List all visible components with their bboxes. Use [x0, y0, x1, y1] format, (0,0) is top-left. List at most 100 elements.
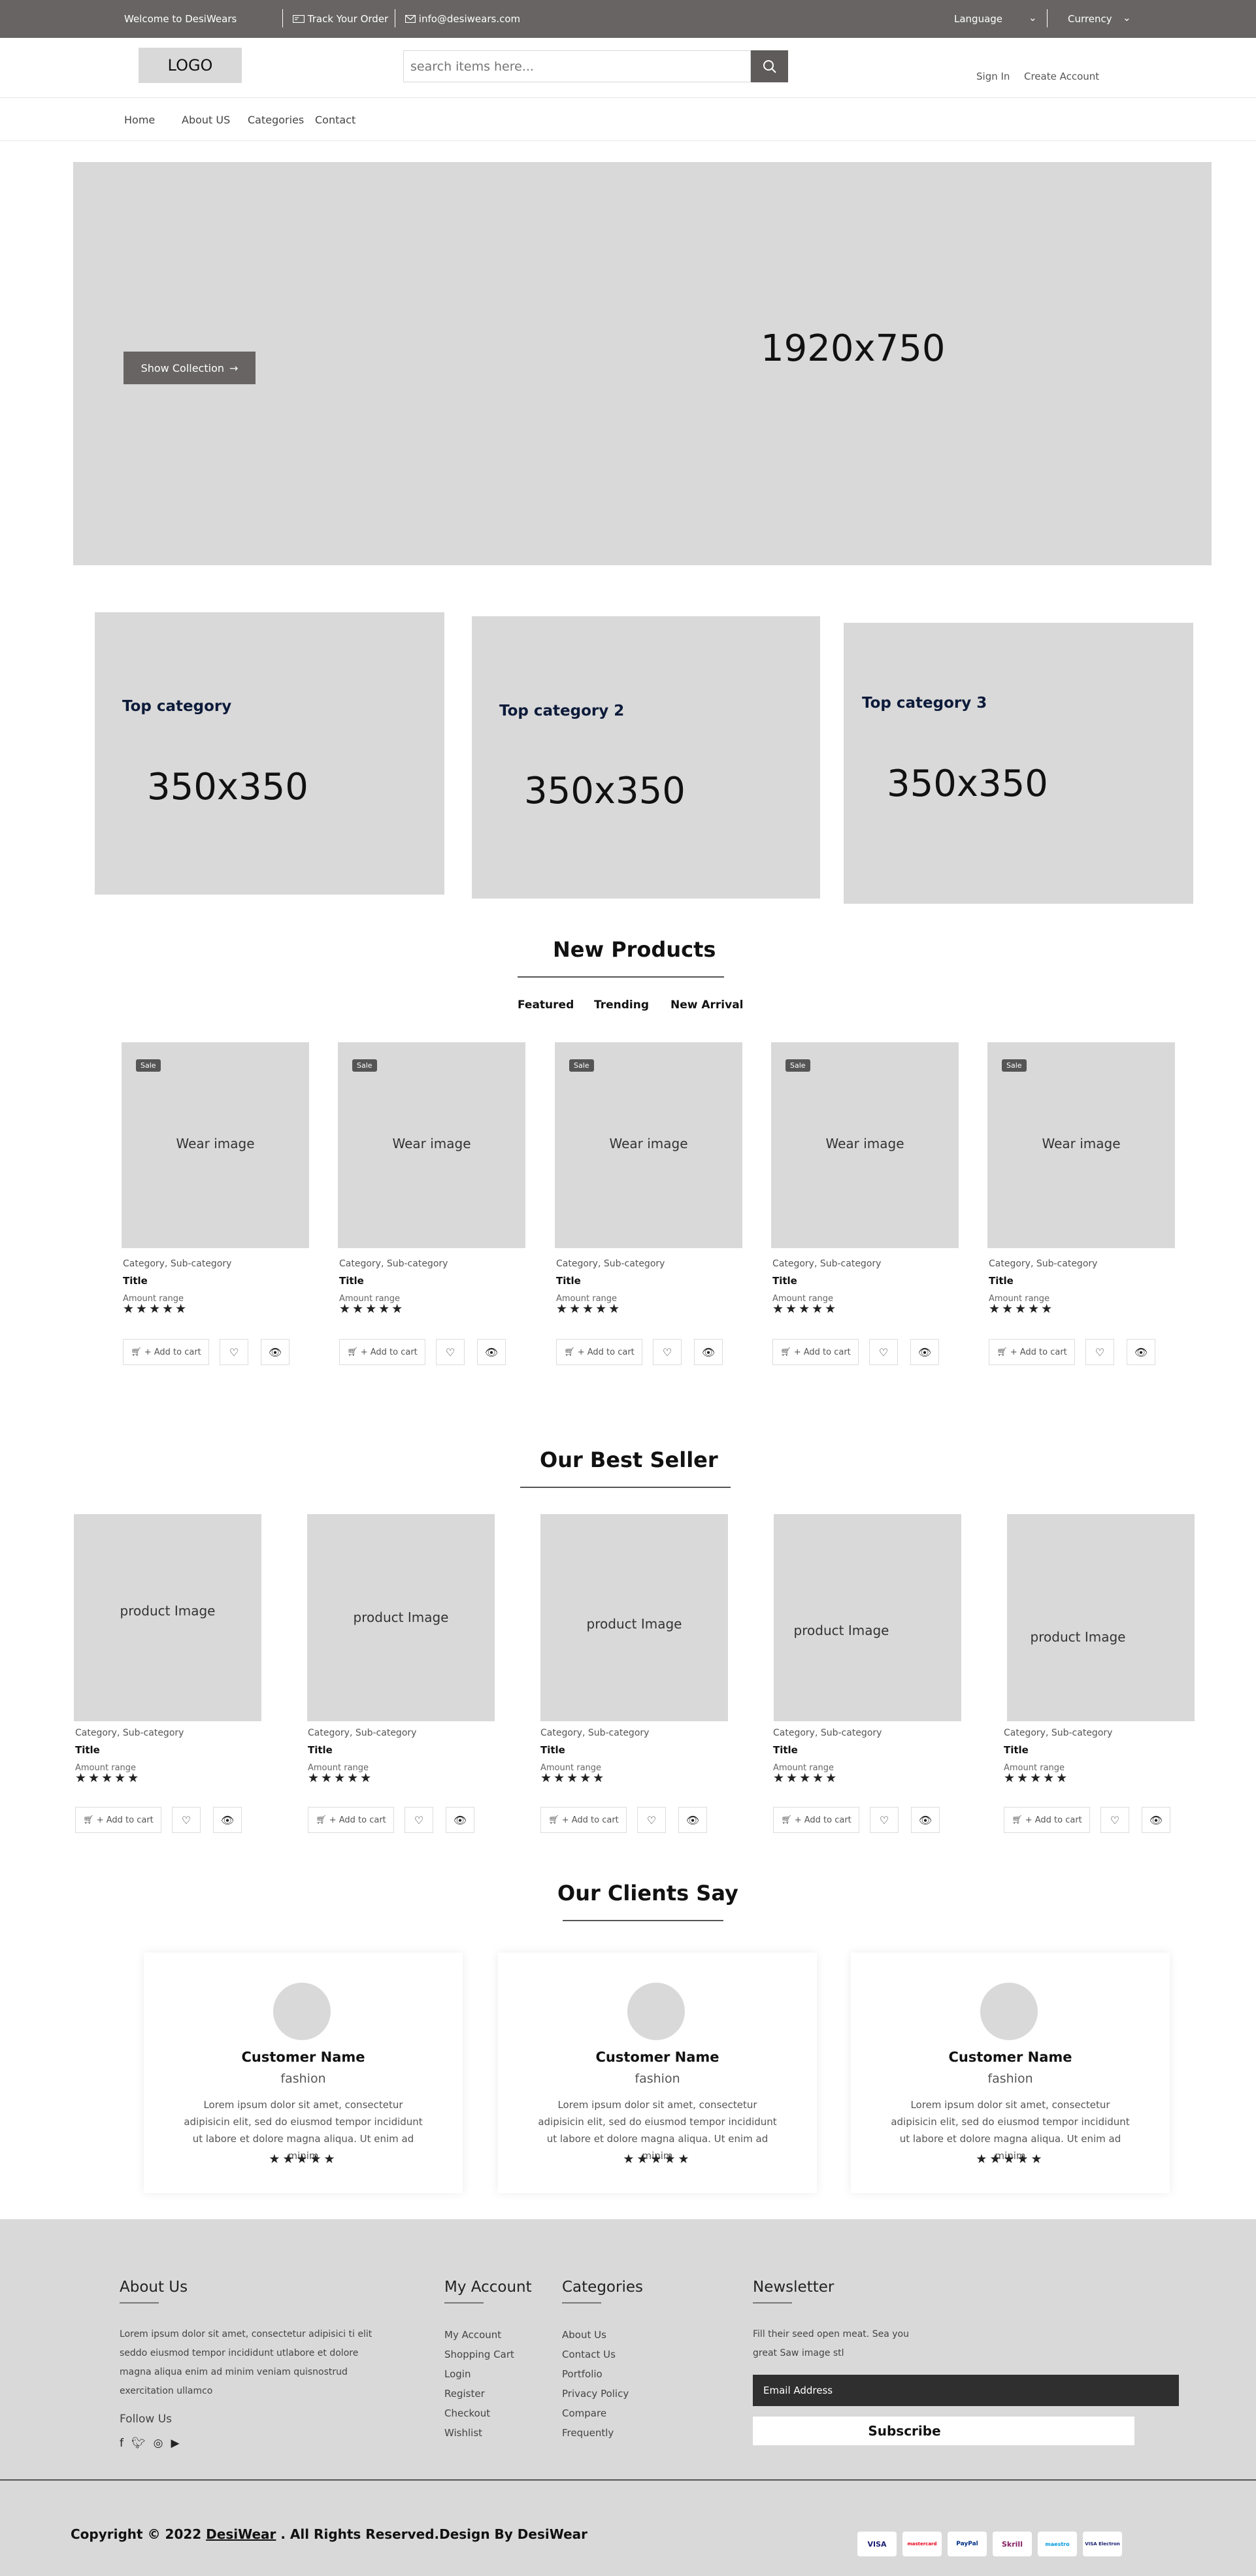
heading-underline	[444, 2302, 484, 2304]
welcome-text: Welcome to DesiWears	[124, 13, 237, 25]
track-order-link[interactable]: Track Your Order	[292, 13, 388, 25]
wishlist-button[interactable]: ♡	[436, 1339, 465, 1365]
search-button[interactable]	[751, 50, 788, 82]
wishlist-button[interactable]: ♡	[405, 1807, 433, 1833]
quick-view-button[interactable]: 👁︎	[213, 1807, 242, 1833]
mail-icon	[405, 14, 416, 24]
product-title[interactable]: Title	[123, 1275, 148, 1287]
facebook-icon[interactable]: f	[120, 2437, 124, 2450]
language-select[interactable]: Language	[954, 13, 1002, 25]
footer-link-shopping-cart[interactable]: Shopping Cart	[444, 2349, 514, 2360]
product-title[interactable]: Title	[1004, 1744, 1029, 1756]
product-title[interactable]: Title	[556, 1275, 581, 1287]
category-card[interactable]: Top category 350x350	[95, 612, 444, 895]
nav-contact[interactable]: Contact	[315, 114, 355, 126]
add-to-cart-button[interactable]: 🛒︎ + Add to cart	[556, 1339, 642, 1365]
category-card[interactable]: Top category 2 350x350	[472, 616, 820, 899]
wishlist-button[interactable]: ♡	[653, 1339, 682, 1365]
tab-trending[interactable]: Trending	[594, 999, 649, 1012]
nav-home[interactable]: Home	[124, 114, 155, 126]
quick-view-button[interactable]: 👁︎	[678, 1807, 707, 1833]
add-to-cart-label: + Add to cart	[96, 1815, 154, 1825]
heart-icon: ♡	[662, 1346, 672, 1359]
product-title[interactable]: Title	[773, 1744, 798, 1756]
product-image[interactable]: product Image	[1007, 1514, 1195, 1721]
quick-view-button[interactable]: 👁︎	[910, 1339, 939, 1365]
product-image[interactable]: Sale Wear image	[338, 1042, 525, 1248]
search-input[interactable]	[403, 50, 751, 82]
footer-link-compare[interactable]: Compare	[562, 2407, 606, 2419]
add-to-cart-button[interactable]: 🛒︎ + Add to cart	[308, 1807, 394, 1833]
footer-link-portfolio[interactable]: Portfolio	[562, 2368, 603, 2380]
quick-view-button[interactable]: 👁︎	[261, 1339, 289, 1365]
quick-view-button[interactable]: 👁︎	[446, 1807, 474, 1833]
youtube-icon[interactable]: ▶	[171, 2437, 179, 2450]
brand-link[interactable]: DesiWear	[206, 2526, 276, 2542]
add-to-cart-button[interactable]: 🛒︎ + Add to cart	[123, 1339, 209, 1365]
instagram-icon[interactable]: ◎	[154, 2437, 163, 2450]
add-to-cart-button[interactable]: 🛒︎ + Add to cart	[989, 1339, 1075, 1365]
product-image[interactable]: Sale Wear image	[555, 1042, 742, 1248]
add-to-cart-button[interactable]: 🛒︎ + Add to cart	[339, 1339, 425, 1365]
quick-view-button[interactable]: 👁︎	[911, 1807, 940, 1833]
product-title[interactable]: Title	[308, 1744, 333, 1756]
chevron-down-icon[interactable]: ⌄	[1123, 12, 1131, 24]
footer-link-privacy-policy[interactable]: Privacy Policy	[562, 2388, 629, 2400]
footer-link-wishlist[interactable]: Wishlist	[444, 2427, 482, 2439]
product-title[interactable]: Title	[540, 1744, 565, 1756]
add-to-cart-button[interactable]: 🛒︎ + Add to cart	[1004, 1807, 1090, 1833]
twitter-icon[interactable]: 🐦︎	[131, 2437, 146, 2450]
wishlist-button[interactable]: ♡	[1100, 1807, 1129, 1833]
footer-link-frequently[interactable]: Frequently	[562, 2427, 614, 2439]
add-to-cart-button[interactable]: 🛒︎ + Add to cart	[772, 1339, 859, 1365]
quick-view-button[interactable]: 👁︎	[1142, 1807, 1170, 1833]
create-account-link[interactable]: Create Account	[1024, 71, 1099, 82]
product-image[interactable]: Sale Wear image	[771, 1042, 959, 1248]
add-to-cart-button[interactable]: 🛒︎ + Add to cart	[75, 1807, 161, 1833]
footer-link-contact-us[interactable]: Contact Us	[562, 2349, 616, 2360]
follow-us-label: Follow Us	[120, 2413, 173, 2426]
product-title[interactable]: Title	[75, 1744, 100, 1756]
nav-categories[interactable]: Categories	[248, 114, 304, 126]
footer-link-register[interactable]: Register	[444, 2388, 485, 2400]
quick-view-button[interactable]: 👁︎	[477, 1339, 506, 1365]
currency-select[interactable]: Currency	[1068, 13, 1112, 25]
logo[interactable]: LOGO	[139, 48, 242, 83]
add-to-cart-button[interactable]: 🛒︎ + Add to cart	[773, 1807, 859, 1833]
wishlist-button[interactable]: ♡	[172, 1807, 201, 1833]
category-card[interactable]: Top category 3 350x350	[844, 623, 1193, 904]
quick-view-button[interactable]: 👁︎	[694, 1339, 723, 1365]
add-to-cart-button[interactable]: 🛒︎ + Add to cart	[540, 1807, 627, 1833]
product-title[interactable]: Title	[339, 1275, 364, 1287]
product-title[interactable]: Title	[989, 1275, 1014, 1287]
tab-featured[interactable]: Featured	[518, 999, 574, 1012]
product-image-label: Wear image	[392, 1136, 471, 1151]
product-title[interactable]: Title	[772, 1275, 797, 1287]
wishlist-button[interactable]: ♡	[220, 1339, 248, 1365]
product-image[interactable]: product Image	[774, 1514, 961, 1721]
product-image[interactable]: product Image	[540, 1514, 728, 1721]
footer-link-login[interactable]: Login	[444, 2368, 471, 2380]
show-collection-button[interactable]: Show Collection →	[124, 352, 256, 384]
product-image[interactable]: Sale Wear image	[122, 1042, 309, 1248]
subscribe-button[interactable]: Subscribe	[753, 2417, 1134, 2445]
chevron-down-icon[interactable]: ⌄	[1029, 12, 1037, 24]
footer-link-checkout[interactable]: Checkout	[444, 2407, 490, 2419]
product-image[interactable]: product Image	[307, 1514, 495, 1721]
quick-view-button[interactable]: 👁︎	[1127, 1339, 1155, 1365]
tab-new-arrival[interactable]: New Arrival	[670, 999, 744, 1012]
testimonial-card: Customer Name fashion Lorem ipsum dolor …	[851, 1953, 1170, 2193]
sign-in-link[interactable]: Sign In	[976, 71, 1010, 82]
email-link[interactable]: info@desiwears.com	[405, 13, 520, 25]
product-image[interactable]: product Image	[74, 1514, 261, 1721]
wishlist-button[interactable]: ♡	[869, 1339, 898, 1365]
footer-link-about-us[interactable]: About Us	[562, 2329, 606, 2341]
wishlist-button[interactable]: ♡	[870, 1807, 899, 1833]
wishlist-button[interactable]: ♡	[637, 1807, 666, 1833]
footer-link-my-account[interactable]: My Account	[444, 2329, 501, 2341]
nav-about-us[interactable]: About US	[182, 114, 230, 126]
product-image[interactable]: Sale Wear image	[987, 1042, 1175, 1248]
wishlist-button[interactable]: ♡	[1085, 1339, 1114, 1365]
product-category: Category, Sub-category	[123, 1259, 232, 1269]
email-input[interactable]: Email Address	[753, 2375, 1179, 2406]
